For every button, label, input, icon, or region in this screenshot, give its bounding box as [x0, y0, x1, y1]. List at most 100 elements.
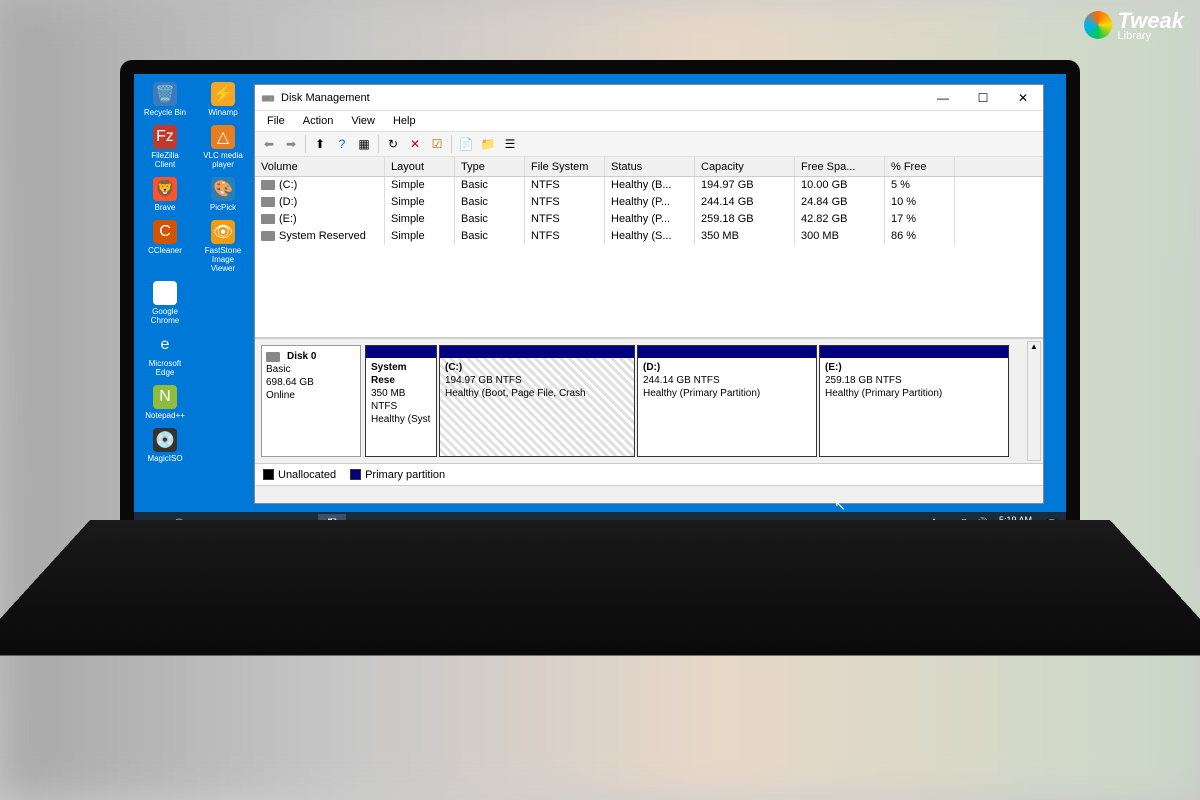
minimize-button[interactable]: — — [923, 85, 963, 111]
partition-title: (C:) — [445, 361, 629, 374]
app-icon: 👁 — [211, 220, 235, 244]
menu-file[interactable]: File — [259, 113, 293, 129]
partition-header — [820, 346, 1008, 358]
col-filesystem[interactable]: File System — [525, 157, 605, 176]
app-icon: △ — [211, 125, 235, 149]
app-icon: 💿 — [153, 428, 177, 452]
properties-button[interactable]: ? — [332, 134, 352, 154]
back-button[interactable]: ⬅ — [259, 134, 279, 154]
partition-size: 244.14 GB NTFS — [643, 374, 811, 387]
volume-table: Volume Layout Type File System Status Ca… — [255, 157, 1043, 337]
col-capacity[interactable]: Capacity — [695, 157, 795, 176]
desktop-icon[interactable]: 🗑️Recycle Bin — [140, 80, 190, 119]
desktop-icon[interactable]: 🦁Brave — [140, 175, 190, 214]
icon-label: Brave — [155, 203, 176, 212]
partition-size: 350 MB NTFS — [371, 387, 431, 413]
legend-label: Unallocated — [278, 469, 336, 481]
icon-label: MagicISO — [147, 454, 182, 463]
app-icon: 🗑️ — [153, 82, 177, 106]
desktop-icon[interactable]: 👁FastStone Image Viewer — [198, 218, 248, 275]
up-button[interactable]: ⬆ — [310, 134, 330, 154]
partition-header — [638, 346, 816, 358]
partition-status: Healthy (Primary Partition) — [643, 387, 811, 400]
icon-label: Notepad++ — [145, 411, 185, 420]
show-hide-button[interactable]: ▦ — [354, 134, 374, 154]
window-title: Disk Management — [281, 92, 370, 104]
volume-row[interactable]: (E:)SimpleBasicNTFSHealthy (P...259.18 G… — [255, 211, 1043, 228]
legend-label: Primary partition — [365, 469, 445, 481]
desktop-icon[interactable]: △VLC media player — [198, 123, 248, 171]
partition[interactable]: System Rese350 MB NTFSHealthy (Syst — [365, 345, 437, 457]
check-button[interactable]: ☑ — [427, 134, 447, 154]
refresh-button[interactable]: ↻ — [383, 134, 403, 154]
partition-title: System Rese — [371, 361, 431, 387]
desktop-icon[interactable] — [198, 331, 248, 379]
delete-button[interactable]: ✕ — [405, 134, 425, 154]
col-layout[interactable]: Layout — [385, 157, 455, 176]
desktop-icon[interactable] — [198, 383, 248, 422]
partition-status: Healthy (Boot, Page File, Crash — [445, 387, 629, 400]
scrollbar[interactable]: ▲ — [1027, 341, 1041, 461]
maximize-button[interactable]: ☐ — [963, 85, 1003, 111]
icon-label: Google Chrome — [142, 307, 188, 325]
disk-info[interactable]: Disk 0 Basic 698.64 GB Online — [261, 345, 361, 457]
forward-button[interactable]: ➡ — [281, 134, 301, 154]
app-icon: e — [153, 333, 177, 357]
partition[interactable]: (C:)194.97 GB NTFSHealthy (Boot, Page Fi… — [439, 345, 635, 457]
partition-size: 194.97 GB NTFS — [445, 374, 629, 387]
partition-title: (D:) — [643, 361, 811, 374]
volume-row[interactable]: System ReservedSimpleBasicNTFSHealthy (S… — [255, 228, 1043, 245]
legend-swatch — [263, 469, 274, 480]
col-pctfree[interactable]: % Free — [885, 157, 955, 176]
legend-item: Unallocated — [263, 469, 336, 481]
cursor-icon: ↖ — [834, 497, 846, 514]
desktop-icon[interactable]: 💿 MagicISO — [140, 426, 190, 465]
desktop-icon[interactable]: 🎨PicPick — [198, 175, 248, 214]
app-icon: ⚡ — [211, 82, 235, 106]
volume-icon — [261, 180, 275, 190]
disk-icon — [261, 91, 275, 105]
desktop-icon[interactable] — [198, 279, 248, 327]
col-status[interactable]: Status — [605, 157, 695, 176]
partition-title: (E:) — [825, 361, 1003, 374]
app-icon: N — [153, 385, 177, 409]
app-icon: ◉ — [153, 281, 177, 305]
partition-header — [440, 346, 634, 358]
col-freespace[interactable]: Free Spa... — [795, 157, 885, 176]
col-type[interactable]: Type — [455, 157, 525, 176]
desktop-icon[interactable]: CCCleaner — [140, 218, 190, 275]
col-volume[interactable]: Volume — [255, 157, 385, 176]
disk-state: Online — [266, 389, 356, 402]
partition[interactable]: (D:)244.14 GB NTFSHealthy (Primary Parti… — [637, 345, 817, 457]
partition[interactable]: (E:)259.18 GB NTFSHealthy (Primary Parti… — [819, 345, 1009, 457]
help-button[interactable]: 📄 — [456, 134, 476, 154]
desktop-icon[interactable]: N Notepad++ — [140, 383, 190, 422]
menubar: FileActionViewHelp — [255, 111, 1043, 131]
legend-swatch — [350, 469, 361, 480]
volume-icon — [261, 197, 275, 207]
menu-help[interactable]: Help — [385, 113, 424, 129]
partition-size: 259.18 GB NTFS — [825, 374, 1003, 387]
desktop-icon[interactable]: ⚡Winamp — [198, 80, 248, 119]
partition-header — [366, 346, 436, 358]
volume-icon — [261, 231, 275, 241]
menu-view[interactable]: View — [343, 113, 383, 129]
volume-row[interactable]: (D:)SimpleBasicNTFSHealthy (P...244.14 G… — [255, 194, 1043, 211]
close-button[interactable]: ✕ — [1003, 85, 1043, 111]
desktop[interactable]: 🗑️Recycle Bin⚡WinampFzFileZilla Client△V… — [134, 74, 1066, 540]
desktop-icon[interactable]: e Microsoft Edge — [140, 331, 190, 379]
disk-type: Basic — [266, 363, 356, 376]
disk-graphical-view: Disk 0 Basic 698.64 GB Online System Res… — [255, 337, 1043, 463]
desktop-icon[interactable]: FzFileZilla Client — [140, 123, 190, 171]
volume-row[interactable]: (C:)SimpleBasicNTFSHealthy (B...194.97 G… — [255, 177, 1043, 194]
menu-action[interactable]: Action — [295, 113, 342, 129]
titlebar[interactable]: Disk Management — ☐ ✕ — [255, 85, 1043, 111]
volume-header[interactable]: Volume Layout Type File System Status Ca… — [255, 157, 1043, 177]
disk-icon — [266, 352, 280, 362]
list-button[interactable]: ☰ — [500, 134, 520, 154]
icon-label: CCleaner — [148, 246, 182, 255]
icon-label: Microsoft Edge — [142, 359, 188, 377]
desktop-icon[interactable]: ◉ Google Chrome — [140, 279, 190, 327]
action-button[interactable]: 📁 — [478, 134, 498, 154]
statusbar — [255, 485, 1043, 503]
